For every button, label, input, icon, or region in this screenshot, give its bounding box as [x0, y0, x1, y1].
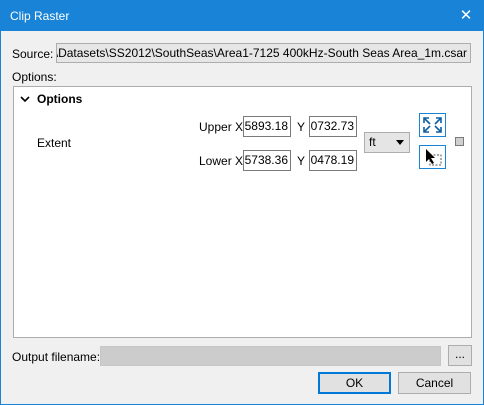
ok-button[interactable]: OK — [318, 372, 391, 394]
source-value: itor\Data\Datasets\SS2012\SouthSeas\Area… — [57, 46, 467, 60]
lower-x-input[interactable]: 55738.36 — [243, 150, 291, 171]
units-dropdown[interactable]: ft — [364, 132, 410, 153]
window-title: Clip Raster — [10, 9, 70, 23]
options-group-title[interactable]: Options — [37, 92, 82, 106]
chevron-down-icon[interactable] — [20, 94, 30, 104]
options-panel: Options Extent Upper X 55893.18 Y 10732.… — [13, 86, 472, 338]
options-label: Options: — [12, 70, 57, 84]
source-field[interactable]: itor\Data\Datasets\SS2012\SouthSeas\Area… — [56, 43, 471, 63]
status-indicator — [455, 137, 464, 146]
lower-y-input[interactable]: 10478.19 — [309, 150, 357, 171]
select-region-icon — [426, 149, 442, 166]
browse-button[interactable]: ... — [448, 345, 472, 366]
lower-y-label: Y — [297, 154, 306, 168]
select-area-button[interactable] — [419, 145, 446, 169]
units-value: ft — [369, 135, 376, 149]
upper-x-label: Upper X — [199, 120, 244, 134]
title-bar: Clip Raster ✕ — [1, 1, 483, 31]
source-label: Source: — [12, 47, 54, 61]
output-filename-input[interactable] — [100, 346, 441, 366]
extent-label: Extent — [37, 136, 72, 150]
cancel-button[interactable]: Cancel — [398, 372, 471, 394]
full-extent-button[interactable] — [419, 113, 446, 137]
clip-raster-dialog: Clip Raster ✕ Source: itor\Data\Datasets… — [0, 0, 484, 405]
expand-arrows-icon — [423, 117, 442, 133]
lower-x-label: Lower X — [199, 154, 244, 168]
output-filename-label: Output filename: — [12, 350, 101, 364]
upper-y-input[interactable]: 10732.73 — [309, 116, 357, 137]
close-icon[interactable]: ✕ — [449, 1, 483, 31]
upper-x-input[interactable]: 55893.18 — [243, 116, 291, 137]
dropdown-arrow-icon — [396, 140, 404, 145]
upper-y-label: Y — [297, 120, 306, 134]
